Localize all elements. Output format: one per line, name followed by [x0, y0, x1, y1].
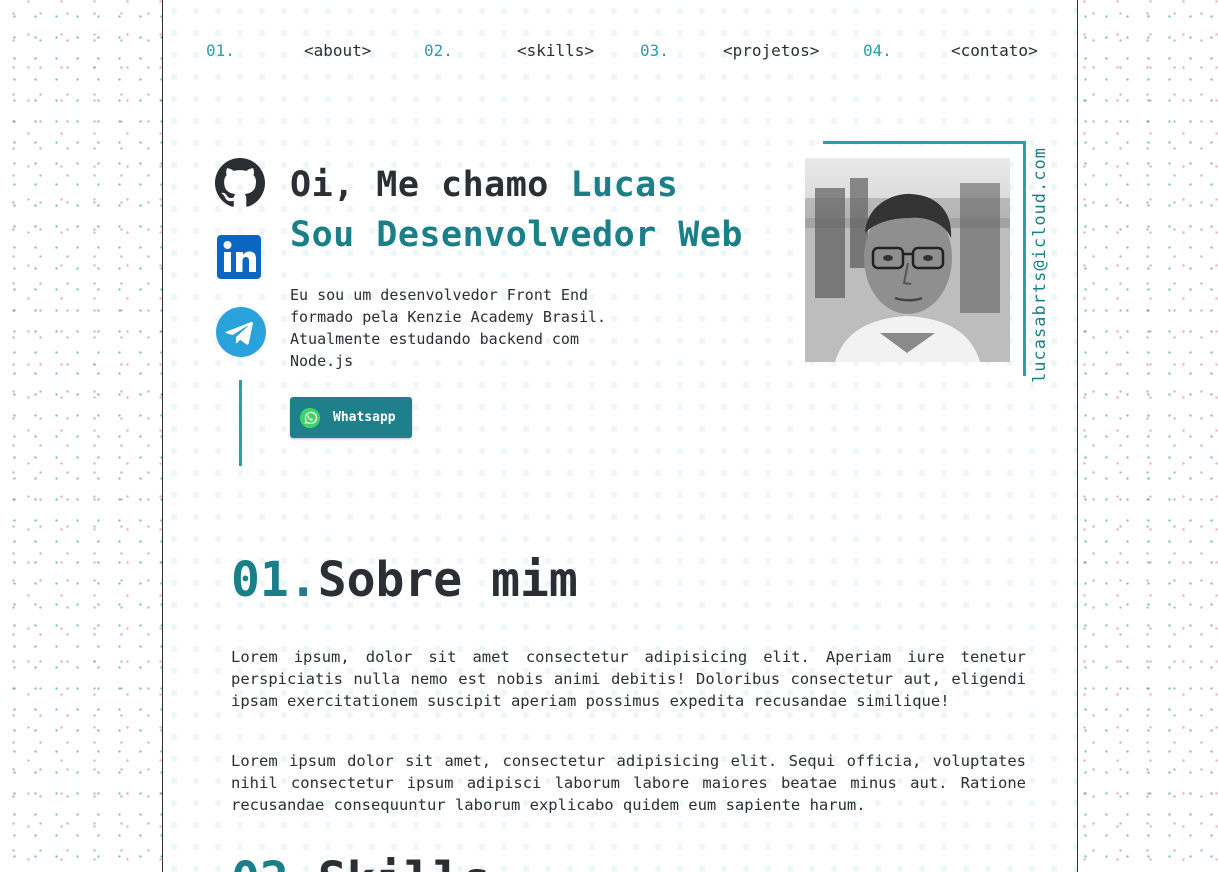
about-paragraph-2: Lorem ipsum dolor sit amet, consectetur … — [231, 752, 1026, 814]
skills-heading: 02.Skills — [231, 852, 491, 872]
skills-title: Skills — [318, 852, 491, 872]
hero-description: Eu sou um desenvolvedor Front End formad… — [290, 286, 607, 370]
about-number: 01. — [231, 552, 318, 608]
social-divider-line — [239, 380, 242, 466]
whatsapp-label: Whatsapp — [333, 410, 396, 425]
whatsapp-button[interactable]: Whatsapp — [290, 397, 412, 438]
nav-link-contato[interactable]: <contato> — [951, 41, 1038, 60]
email-vertical[interactable]: lucasabrts@icloud.com — [1025, 120, 1055, 410]
nav-number-contato: 04. — [863, 41, 892, 60]
whatsapp-icon — [299, 407, 321, 428]
about-title: Sobre mim — [317, 552, 578, 608]
linkedin-icon[interactable] — [215, 233, 267, 285]
hero-heading: Oi, Me chamo Lucas Sou Desenvolvedor Web — [290, 160, 743, 260]
telegram-icon[interactable] — [215, 306, 267, 358]
nav-link-skills[interactable]: <skills> — [517, 41, 594, 60]
nav-number-about: 01. — [206, 41, 235, 60]
email-text: lucasabrts@icloud.com — [1030, 147, 1050, 383]
skills-number: 02. — [231, 852, 318, 872]
hero-greeting: Oi, Me chamo — [290, 165, 571, 205]
github-icon[interactable] — [215, 158, 267, 210]
about-paragraph-1: Lorem ipsum, dolor sit amet consectetur … — [231, 648, 1026, 710]
hero-name: Lucas — [570, 165, 679, 205]
about-heading: 01.Sobre mim — [231, 552, 578, 608]
page-container: 01. <about> 02. <skills> 03. <projetos> … — [162, 0, 1078, 872]
top-nav: 01. <about> 02. <skills> 03. <projetos> … — [163, 38, 1079, 64]
hero-role: Sou Desenvolvedor Web — [290, 215, 744, 255]
profile-photo — [805, 158, 1010, 362]
nav-number-projetos: 03. — [640, 41, 669, 60]
nav-number-skills: 02. — [424, 41, 453, 60]
nav-link-projetos[interactable]: <projetos> — [723, 41, 819, 60]
nav-link-about[interactable]: <about> — [304, 41, 371, 60]
